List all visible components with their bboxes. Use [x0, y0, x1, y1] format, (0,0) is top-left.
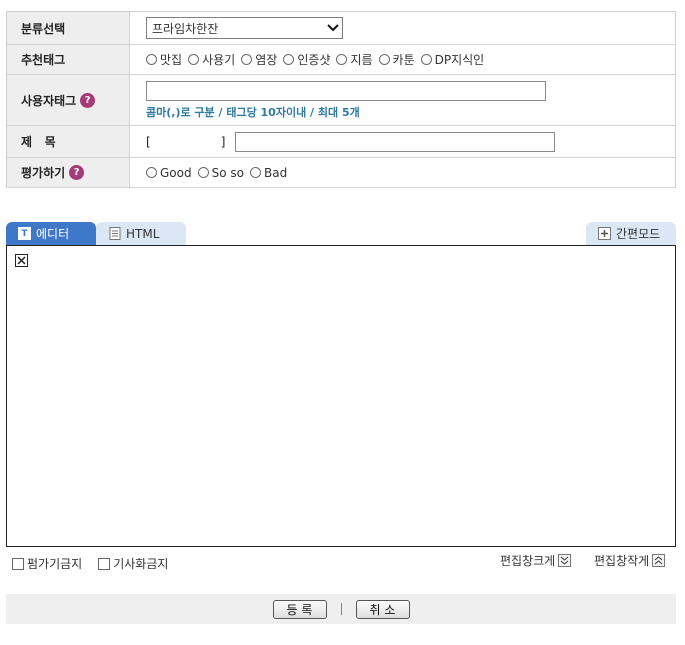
chevron-down-icon [324, 18, 342, 38]
radio-circle[interactable] [378, 54, 390, 65]
document-icon [108, 227, 121, 240]
question-mark-icon[interactable]: ? [69, 165, 85, 180]
radio-circle[interactable] [146, 167, 157, 178]
radio-circle[interactable] [420, 54, 432, 65]
title-label: 제 목 [7, 126, 130, 157]
radio-circle[interactable] [146, 54, 157, 65]
post-form-table: 분류선택 프라임차한잔 추천태그 맛집 사용기 염장 인증샷 지름 카툰 DP지… [6, 11, 676, 188]
user-tag-label: 사용자태그 [21, 93, 77, 108]
recommend-tag-option[interactable]: DP지식인 [420, 51, 484, 68]
enlarge-editor-button[interactable]: 편집창크게 [500, 552, 572, 569]
tab-html[interactable]: HTML [96, 222, 186, 245]
category-selected-value: 프라임차한잔 [152, 21, 219, 36]
recommend-tag-row: 추천태그 맛집 사용기 염장 인증샷 지름 카툰 DP지식인 [7, 45, 675, 75]
post-options: 펌가기금지 기사화금지 [12, 555, 184, 572]
recommend-tag-option[interactable]: 사용기 [188, 51, 235, 68]
text-t-icon: T [18, 227, 31, 240]
user-tag-hint: 콤마(,)로 구분 / 태그당 10자이내 / 최대 5개 [146, 105, 360, 119]
shrink-editor-button[interactable]: 편집창작게 [594, 552, 666, 569]
rating-option[interactable]: Good [146, 166, 192, 180]
radio-circle[interactable] [197, 167, 209, 178]
checkbox-box[interactable] [12, 557, 24, 570]
rating-option[interactable]: So so [197, 166, 244, 180]
submit-button[interactable]: 등 록 [272, 599, 327, 619]
title-input[interactable] [235, 131, 556, 152]
radio-circle[interactable] [249, 167, 261, 178]
radio-circle[interactable] [241, 54, 253, 65]
recommend-tag-option[interactable]: 인증샷 [283, 51, 330, 68]
tab-easy-mode[interactable]: 간편모드 [586, 222, 676, 245]
recommend-tag-label: 추천태그 [7, 45, 130, 74]
category-row: 분류선택 프라임차한잔 [7, 12, 675, 45]
radio-circle[interactable] [336, 54, 348, 65]
no-rating-checkbox[interactable]: 펌가기금지 [12, 555, 82, 572]
title-row: 제 목 [ ] [7, 126, 675, 158]
category-label: 분류선택 [7, 12, 130, 44]
no-article-checkbox[interactable]: 기사화금지 [98, 555, 168, 572]
rating-option[interactable]: Bad [249, 166, 287, 180]
tab-editor[interactable]: T 에디터 [6, 222, 96, 245]
recommend-tag-option[interactable]: 맛집 [146, 51, 182, 68]
user-tag-row: 사용자태그 ? 콤마(,)로 구분 / 태그당 10자이내 / 최대 5개 [7, 75, 675, 126]
recommend-tag-option[interactable]: 염장 [241, 51, 277, 68]
broken-image-icon [15, 254, 28, 267]
title-bracket-close: ] [220, 134, 226, 149]
rating-radios: Good So so Bad [146, 166, 293, 180]
category-select[interactable]: 프라임차한잔 [146, 17, 343, 39]
recommend-tag-option[interactable]: 카툰 [378, 51, 415, 68]
rating-label: 평가하기 [21, 166, 66, 180]
cancel-button[interactable]: 취 소 [355, 599, 410, 619]
radio-circle[interactable] [188, 54, 200, 65]
recommend-tag-option[interactable]: 지름 [336, 51, 373, 68]
checkbox-box[interactable] [98, 557, 111, 570]
editor-area[interactable] [6, 245, 676, 547]
radio-circle[interactable] [283, 54, 295, 65]
chevron-up-double-icon [652, 554, 666, 567]
question-mark-icon[interactable]: ? [80, 92, 96, 108]
plus-box-icon [598, 227, 611, 240]
action-bar: 등 록 취 소 [6, 594, 676, 624]
title-bracket-open: [ [146, 134, 151, 149]
chevron-down-double-icon [558, 554, 572, 567]
rating-row: 평가하기 ? Good So so Bad [7, 158, 675, 188]
recommend-tag-radios: 맛집 사용기 염장 인증샷 지름 카툰 DP지식인 [146, 51, 490, 68]
divider [340, 603, 342, 615]
user-tag-input[interactable] [146, 80, 546, 101]
